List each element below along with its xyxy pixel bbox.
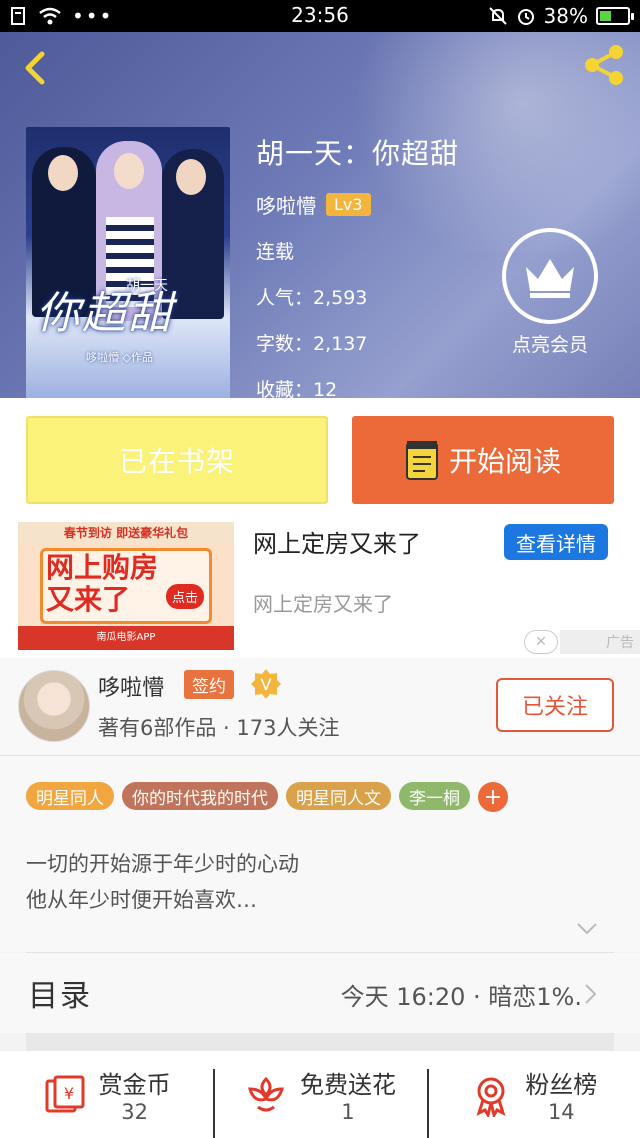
author-meta: 著有6部作品 · 173人关注 — [98, 716, 340, 740]
book-popularity: 人气：2,593 — [256, 287, 368, 309]
start-reading-label: 开始阅读 — [448, 445, 561, 478]
svg-text:¥: ¥ — [64, 1084, 74, 1103]
ad-image-click: 点击 — [166, 584, 205, 609]
author-card: 哆啦懵 签约 V 著有6部作品 · 173人关注 已关注 — [0, 658, 640, 756]
ad-details-button[interactable]: 查看详情 — [504, 524, 608, 560]
cover-title: 你超甜 — [36, 288, 174, 339]
ad-close-icon[interactable]: ✕ — [524, 630, 558, 654]
book-favorites: 收藏：12 — [256, 379, 338, 398]
level-badge: Lv3 — [326, 193, 371, 216]
ad-banner[interactable]: 春节到访 即送豪华礼包 网上购房 又来了 点击 南瓜电影APP 网上定房又来了 网… — [0, 520, 640, 658]
alarm-icon — [517, 9, 534, 25]
ad-image-top: 春节到访 即送豪华礼包 — [18, 522, 234, 544]
reward-coin-button[interactable]: ¥ 赏金币 32 — [0, 1051, 213, 1138]
verified-v-label: V — [261, 675, 272, 694]
free-flower-button[interactable]: 免费送花 1 — [213, 1051, 426, 1138]
fan-rank-icon — [476, 1077, 506, 1117]
start-reading-button[interactable]: 开始阅读 — [352, 416, 614, 504]
free-flower-count: 1 — [341, 1100, 355, 1124]
battery-percent: 38% — [543, 4, 588, 28]
book-word-count: 字数：2,137 — [256, 333, 368, 355]
fan-rank-count: 14 — [547, 1100, 575, 1124]
vip-button[interactable]: 点亮会员 — [500, 228, 600, 357]
catalog-title: 目录 — [28, 979, 92, 1014]
cover-author: 哆啦懵 ◇作品 — [86, 351, 153, 364]
status-right-icons: 38% — [488, 4, 634, 28]
tag-item[interactable]: 明星同人文 — [286, 782, 391, 810]
ad-image-big-line1: 网上购房 — [46, 551, 159, 584]
verified-v-icon: V — [251, 669, 281, 699]
free-flower-label: 免费送花 — [299, 1071, 396, 1099]
tag-item[interactable]: 你的时代我的时代 — [122, 782, 278, 810]
author-name[interactable]: 哆啦懵 — [98, 670, 164, 702]
signed-badge: 签约 — [184, 670, 234, 699]
ad-image-big-line2: 又来了 — [46, 583, 131, 616]
in-shelf-button[interactable]: 已在书架 — [26, 416, 328, 504]
tag-list: 明星同人 你的时代我的时代 明星同人文 李一桐 + — [0, 756, 640, 836]
fan-rank-button[interactable]: 粉丝榜 14 — [426, 1051, 640, 1138]
add-tag-icon[interactable]: + — [478, 782, 508, 812]
chevron-right-icon — [585, 984, 597, 1004]
book-header: 胡一天 你超甜 哆啦懵 ◇作品 胡一天：你超甜 哆啦懵 Lv3 连载 人气：2,… — [0, 32, 640, 398]
book-icon — [405, 441, 438, 480]
synopsis-line-2: 他从年少时便开始喜欢… — [26, 888, 257, 912]
mute-bell-icon — [488, 7, 507, 25]
catalog-row[interactable]: 目录 今天 16:20 · 暗恋1%. — [0, 953, 640, 1033]
chevron-down-icon[interactable] — [576, 922, 598, 936]
ad-description: 网上定房又来了 — [253, 592, 393, 616]
book-info: 胡一天：你超甜 哆啦懵 Lv3 连载 人气：2,593 字数：2,137 收藏：… — [256, 132, 459, 398]
reward-coin-icon: ¥ — [45, 1075, 85, 1112]
ad-tag: 广告 — [560, 630, 640, 654]
action-buttons: 已在书架 开始阅读 — [0, 398, 640, 520]
avatar[interactable] — [18, 670, 90, 742]
tag-item[interactable]: 李一桐 — [399, 782, 470, 810]
ad-title[interactable]: 网上定房又来了 — [253, 524, 421, 559]
catalog-latest: 今天 16:20 · 暗恋1%. — [340, 983, 582, 1011]
reward-coin-count: 32 — [121, 1100, 149, 1124]
status-bar: ••• 23:56 38% — [0, 0, 640, 32]
section-gap — [26, 1033, 614, 1051]
ad-image-footer: 南瓜电影APP — [18, 626, 234, 650]
tag-item[interactable]: 明星同人 — [26, 782, 114, 810]
synopsis-line-1: 一切的开始源于年少时的心动 — [26, 852, 299, 876]
synopsis[interactable]: 一切的开始源于年少时的心动 他从年少时便开始喜欢… — [0, 836, 640, 952]
bottom-action-bar: ¥ 赏金币 32 免费送花 1 粉丝榜 14 — [0, 1051, 640, 1138]
book-title: 胡一天：你超甜 — [256, 137, 460, 170]
reward-coin-label: 赏金币 — [98, 1071, 171, 1099]
fan-rank-label: 粉丝榜 — [525, 1071, 598, 1099]
crown-icon — [502, 228, 598, 324]
back-icon[interactable] — [18, 50, 54, 86]
ad-image[interactable]: 春节到访 即送豪华礼包 网上购房 又来了 点击 南瓜电影APP — [18, 522, 234, 650]
follow-button[interactable]: 已关注 — [496, 678, 614, 732]
book-author[interactable]: 哆啦懵 — [256, 190, 316, 219]
book-cover[interactable]: 胡一天 你超甜 哆啦懵 ◇作品 — [26, 127, 230, 398]
flower-icon — [247, 1076, 284, 1111]
share-icon[interactable] — [582, 42, 628, 88]
battery-icon — [596, 7, 634, 25]
vip-label: 点亮会员 — [511, 334, 588, 356]
book-author-row: 哆啦懵 Lv3 — [256, 190, 459, 219]
book-status: 连载 — [256, 241, 295, 263]
